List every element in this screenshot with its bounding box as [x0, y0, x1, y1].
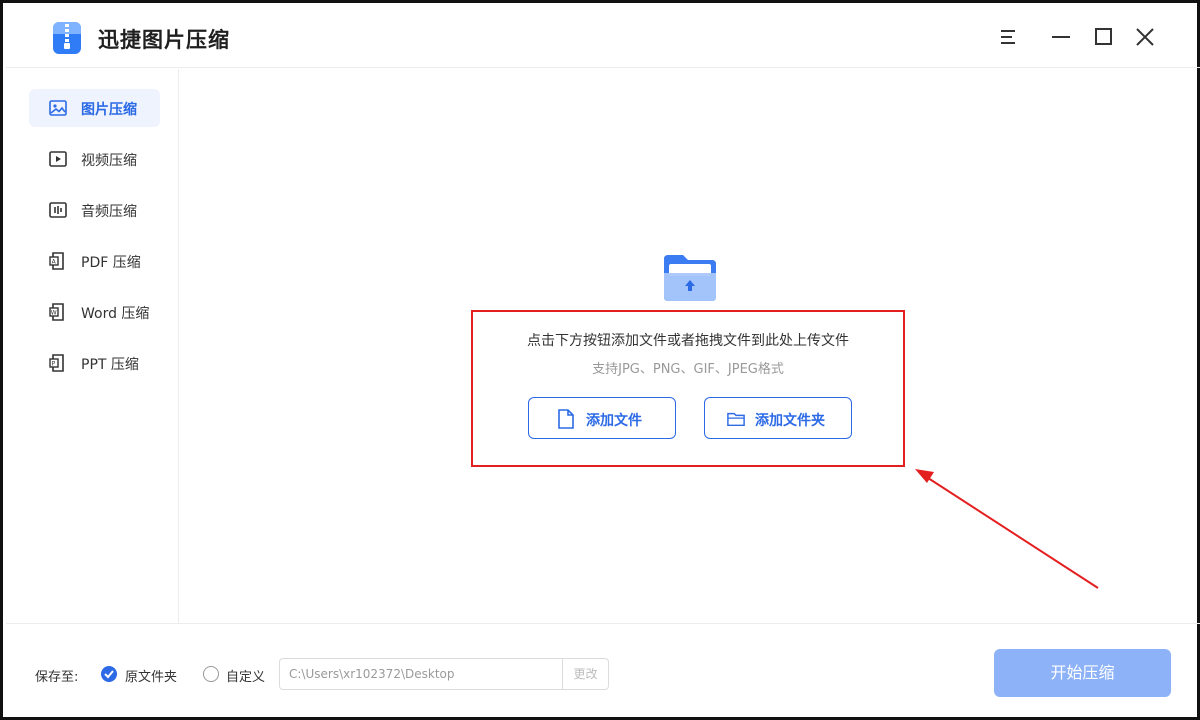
- minimize-icon: [1052, 36, 1070, 38]
- bottom-bar: 保存至: 原文件夹 自定义 C:\Users\xr102372\Desktop …: [6, 623, 1200, 720]
- save-to-label: 保存至:: [35, 670, 79, 685]
- save-path-input[interactable]: C:\Users\xr102372\Desktop: [279, 658, 563, 690]
- sidebar-item-label: PPT 压缩: [81, 357, 139, 373]
- supported-formats: 支持JPG、PNG、GIF、JPEG格式: [592, 362, 784, 377]
- radio-custom[interactable]: [203, 666, 219, 682]
- sidebar-item-label: 视频压缩: [81, 153, 137, 169]
- close-icon: [1136, 28, 1154, 46]
- sidebar-item-audio[interactable]: 音频压缩: [29, 191, 160, 229]
- sidebar-item-pdf[interactable]: A PDF 压缩: [29, 242, 160, 280]
- word-icon: W: [49, 303, 64, 321]
- svg-text:W: W: [51, 310, 57, 317]
- add-folder-button[interactable]: 添加文件夹: [704, 397, 852, 439]
- hamburger-icon: [1001, 30, 1015, 44]
- sidebar-item-label: PDF 压缩: [81, 255, 141, 271]
- svg-text:P: P: [52, 361, 56, 368]
- folder-icon: [727, 412, 745, 427]
- start-compress-button[interactable]: 开始压缩: [994, 649, 1171, 697]
- sidebar-item-video[interactable]: 视频压缩: [29, 140, 160, 178]
- add-file-label: 添加文件: [586, 413, 642, 429]
- annotation-arrow: [915, 469, 1099, 589]
- minimize-button[interactable]: [1048, 24, 1074, 50]
- add-file-button[interactable]: 添加文件: [528, 397, 676, 439]
- ppt-icon: P: [49, 354, 64, 372]
- sidebar: 图片压缩 视频压缩 音频压缩 A PDF 压缩 W Word 压缩 P PPT …: [6, 69, 179, 623]
- sidebar-item-word[interactable]: W Word 压缩: [29, 293, 160, 331]
- app-title: 迅捷图片压缩: [98, 28, 230, 52]
- audio-icon: [49, 202, 67, 218]
- change-path-button[interactable]: 更改: [563, 658, 609, 690]
- title-bar: 迅捷图片压缩: [6, 6, 1200, 68]
- sidebar-item-ppt[interactable]: P PPT 压缩: [29, 344, 160, 382]
- radio-custom-label[interactable]: 自定义: [226, 666, 265, 685]
- folder-upload-icon: [664, 255, 716, 301]
- file-icon: [558, 409, 574, 429]
- maximize-button[interactable]: [1090, 24, 1116, 50]
- upload-hint: 点击下方按钮添加文件或者拖拽文件到此处上传文件: [527, 333, 849, 349]
- sidebar-item-label: 音频压缩: [81, 204, 137, 220]
- maximize-icon: [1095, 28, 1112, 45]
- zip-file-logo-icon: [53, 22, 81, 54]
- image-icon: [49, 100, 67, 116]
- check-icon: [104, 670, 114, 679]
- sidebar-item-label: 图片压缩: [81, 102, 137, 118]
- video-icon: [49, 151, 67, 167]
- close-button[interactable]: [1132, 24, 1158, 50]
- radio-original-folder[interactable]: [101, 666, 117, 682]
- add-folder-label: 添加文件夹: [755, 413, 825, 429]
- radio-original-folder-label[interactable]: 原文件夹: [125, 666, 177, 685]
- sidebar-item-label: Word 压缩: [81, 306, 150, 322]
- pdf-icon: A: [49, 252, 64, 270]
- app-window: 迅捷图片压缩 图片压缩 视频压缩 音频压缩 A PDF 压缩 W Word 压缩…: [0, 0, 1200, 720]
- menu-button[interactable]: [996, 24, 1022, 50]
- sidebar-item-image[interactable]: 图片压缩: [29, 89, 160, 127]
